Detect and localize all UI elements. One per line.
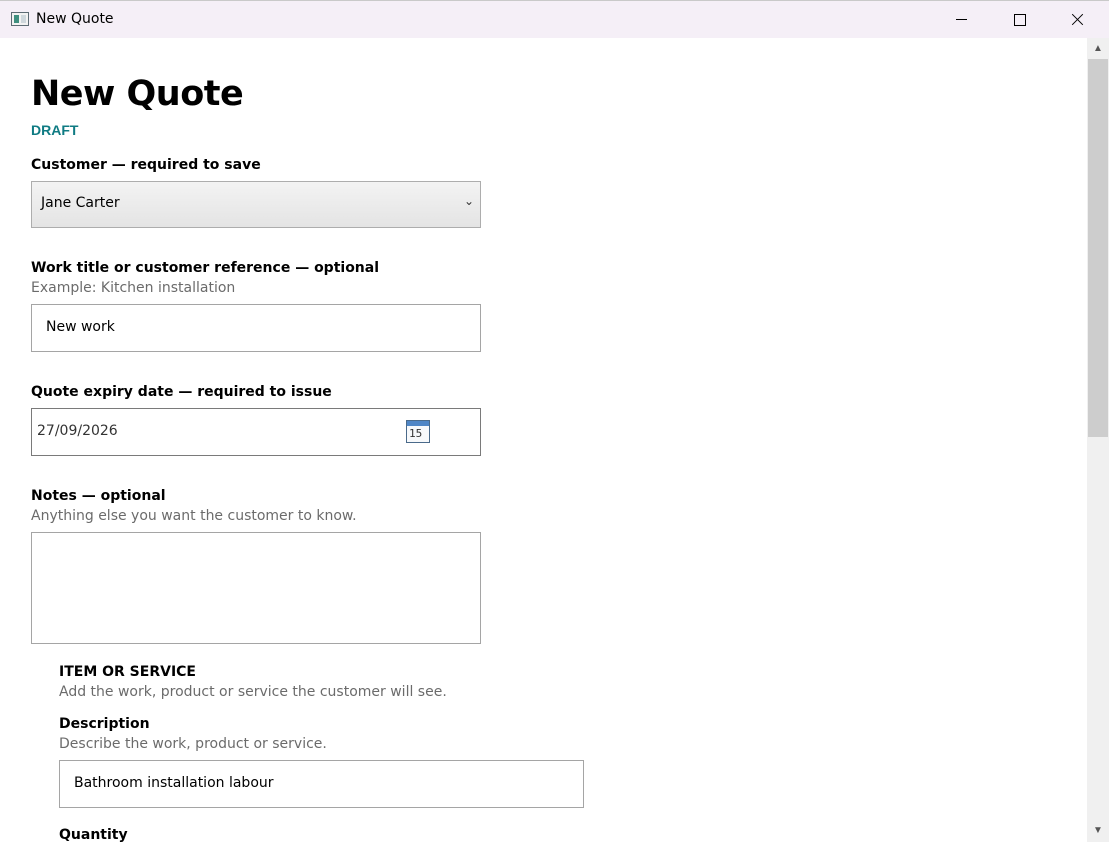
item-section-title: ITEM OR SERVICE — [59, 664, 196, 680]
description-label: Description — [59, 716, 150, 732]
form-content: New Quote DRAFT Customer — required to s… — [0, 38, 1087, 843]
expiry-date-label: Quote expiry date — required to issue — [31, 384, 332, 400]
chevron-down-icon: ⌄ — [463, 194, 474, 208]
description-input[interactable]: Bathroom installation labour — [59, 760, 584, 808]
item-section-hint: Add the work, product or service the cus… — [59, 684, 447, 700]
customer-value: Jane Carter — [41, 195, 120, 211]
customer-dropdown[interactable]: Jane Carter ⌄ — [31, 181, 481, 228]
notes-label: Notes — optional — [31, 488, 166, 504]
maximize-icon[interactable] — [990, 1, 1048, 39]
work-title-value: New work — [46, 319, 115, 335]
scroll-down-icon[interactable]: ▼ — [1087, 822, 1109, 842]
notes-textarea[interactable] — [31, 532, 481, 644]
calendar-icon-header — [407, 421, 429, 426]
close-icon[interactable] — [1048, 1, 1106, 39]
notes-hint: Anything else you want the customer to k… — [31, 508, 357, 524]
status-badge: DRAFT — [31, 122, 79, 138]
app-window-icon — [11, 12, 29, 26]
calendar-icon[interactable]: 15 — [406, 420, 430, 443]
description-hint: Describe the work, product or service. — [59, 736, 327, 752]
page-title: New Quote — [31, 74, 244, 114]
calendar-icon-day: 15 — [409, 427, 423, 440]
scrollbar-thumb[interactable] — [1088, 59, 1108, 437]
scroll-up-icon[interactable]: ▲ — [1087, 38, 1109, 58]
window-title: New Quote — [36, 11, 114, 27]
window-titlebar: New Quote — [0, 0, 1109, 38]
quantity-label: Quantity — [59, 827, 128, 843]
vertical-scrollbar[interactable]: ▲ ▼ — [1087, 38, 1109, 842]
expiry-date-picker[interactable]: 27/09/2026 15 — [31, 408, 481, 456]
work-title-label: Work title or customer reference — optio… — [31, 260, 380, 276]
expiry-date-value: 27/09/2026 — [37, 423, 118, 439]
description-value: Bathroom installation labour — [74, 775, 274, 791]
minimize-icon[interactable] — [932, 1, 990, 39]
work-title-hint: Example: Kitchen installation — [31, 280, 236, 296]
customer-label: Customer — required to save — [31, 157, 261, 173]
work-title-input[interactable]: New work — [31, 304, 481, 352]
